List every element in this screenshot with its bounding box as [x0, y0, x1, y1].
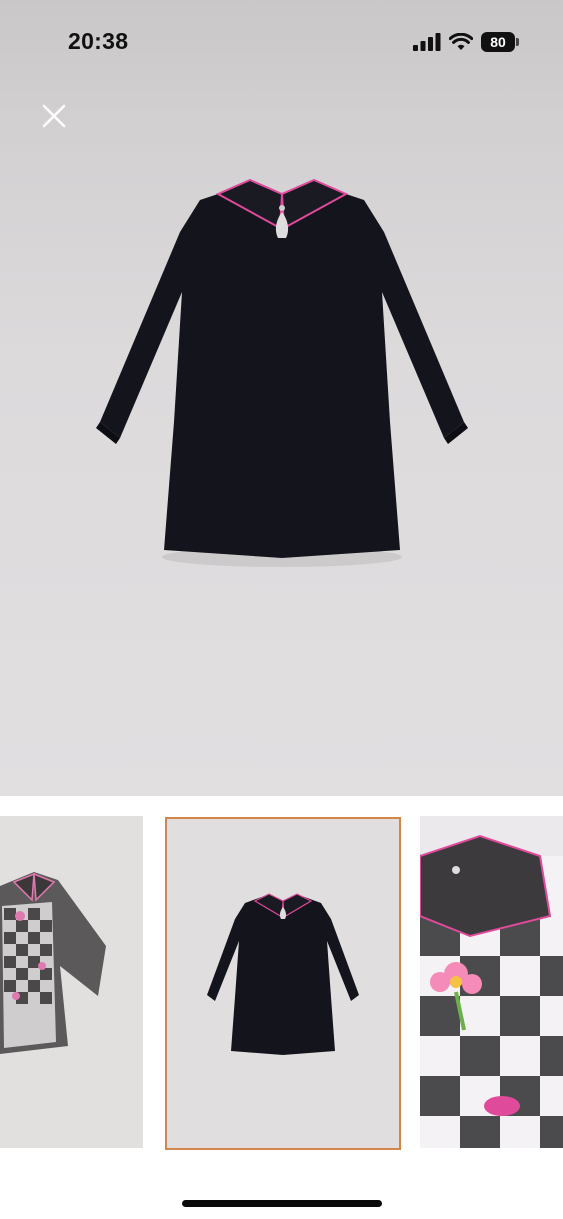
thumbnail-3-image: [420, 816, 563, 1148]
close-icon[interactable]: [38, 100, 70, 132]
battery-level: 80: [490, 34, 506, 50]
thumbnail-2-selected[interactable]: [165, 817, 401, 1150]
thumbnail-1[interactable]: [0, 816, 143, 1148]
thumbnail-2-image: [167, 819, 399, 1148]
main-product-image: [96, 178, 468, 567]
wifi-icon: [449, 33, 473, 50]
status-bar: 20:38 80: [0, 0, 563, 84]
system-icons: 80: [413, 31, 519, 53]
signal-icon: [413, 33, 441, 51]
home-indicator[interactable]: [182, 1200, 382, 1207]
status-time: 20:38: [68, 28, 129, 54]
product-image-viewer[interactable]: 20:38 80: [0, 0, 563, 796]
thumbnail-strip[interactable]: [0, 816, 563, 1152]
thumbnail-3[interactable]: [420, 816, 563, 1148]
thumbnail-1-image: [0, 816, 143, 1148]
battery-icon: 80: [481, 32, 519, 52]
